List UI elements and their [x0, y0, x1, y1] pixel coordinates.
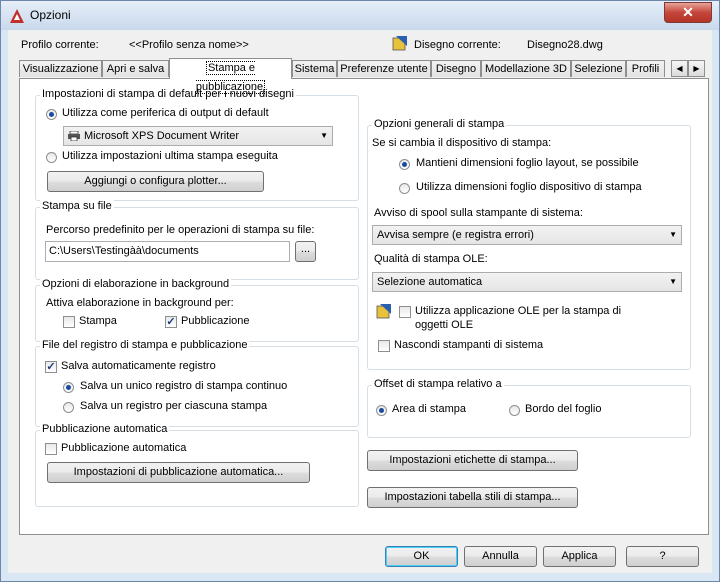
- use-device-paper-radio[interactable]: [399, 183, 410, 194]
- print-to-file-group: Stampa su file Percorso predefinito per …: [35, 200, 359, 280]
- ole-app-icon: [376, 304, 391, 319]
- background-print-label: Stampa: [79, 315, 117, 327]
- group-title: Pubblicazione automatica: [40, 423, 170, 435]
- tab-selezione[interactable]: Selezione: [571, 60, 626, 77]
- auto-publish-settings-button[interactable]: Impostazioni di pubblicazione automatica…: [47, 462, 310, 483]
- use-default-device-label: Utilizza come periferica di output di de…: [62, 107, 269, 119]
- apply-button[interactable]: Applica: [543, 546, 616, 567]
- use-ole-app-checkbox[interactable]: [399, 306, 411, 318]
- tab-stampa-e-pubblicazione[interactable]: Stampa e pubblicazione: [169, 58, 292, 94]
- tab-bar: Visualizzazione Apri e salva Stampa e pu…: [19, 58, 707, 94]
- window-title: Opzioni: [30, 8, 71, 22]
- tab-page-stampa: Impostazioni di stampa di default per i …: [19, 78, 709, 535]
- ole-quality-label: Qualità di stampa OLE:: [374, 253, 488, 265]
- log-file-group: File del registro di stampa e pubblicazi…: [35, 339, 359, 427]
- spool-alert-select[interactable]: Avvisa sempre (e registra errori) ▼: [372, 225, 682, 245]
- chevron-down-icon: ▼: [669, 277, 677, 286]
- output-device-value: Microsoft XPS Document Writer: [84, 130, 240, 142]
- autosave-log-label: Salva automaticamente registro: [61, 360, 216, 372]
- background-processing-group: Opzioni di elaborazione in background At…: [35, 278, 359, 342]
- background-publish-label: Pubblicazione: [181, 315, 250, 327]
- print-path-label: Percorso predefinito per le operazioni d…: [46, 224, 315, 236]
- keep-layout-paper-label: Mantieni dimensioni foglio layout, se po…: [416, 157, 639, 169]
- current-profile-value: <<Profilo senza nome>>: [129, 39, 249, 51]
- chevron-down-icon: ▼: [669, 230, 677, 239]
- group-title: Opzioni generali di stampa: [372, 118, 507, 130]
- ole-quality-value: Selezione automatica: [377, 276, 483, 288]
- stamp-settings-button[interactable]: Impostazioni etichette di stampa...: [367, 450, 578, 471]
- use-ole-app-label: Utilizza applicazione OLE per la stampa …: [415, 305, 622, 317]
- close-button[interactable]: ✕: [664, 2, 712, 23]
- continuous-log-radio[interactable]: [63, 382, 74, 393]
- print-path-input[interactable]: C:\Users\Testingàà\documents: [45, 241, 290, 262]
- close-icon: ✕: [682, 4, 694, 20]
- chevron-right-icon: ▶: [693, 64, 700, 73]
- tab-scroll-right-button[interactable]: ▶: [688, 60, 705, 77]
- cancel-button[interactable]: Annulla: [464, 546, 537, 567]
- paper-edge-radio[interactable]: [509, 405, 520, 416]
- printable-area-label: Area di stampa: [392, 403, 466, 415]
- use-last-settings-label: Utilizza impostazioni ultima stampa eseg…: [62, 150, 278, 162]
- chevron-left-icon: ◀: [676, 64, 683, 73]
- current-drawing-value: Disegno28.dwg: [527, 39, 603, 51]
- continuous-log-label: Salva un unico registro di stampa contin…: [80, 380, 288, 392]
- tab-modellazione-3d[interactable]: Modellazione 3D: [481, 60, 571, 77]
- tab-sistema[interactable]: Sistema: [292, 60, 337, 77]
- drawing-icon: [392, 36, 407, 51]
- printer-icon: [68, 131, 80, 141]
- ok-button[interactable]: OK: [385, 546, 458, 567]
- use-device-paper-label: Utilizza dimensioni foglio dispositivo d…: [416, 181, 642, 193]
- tab-scroll-left-button[interactable]: ◀: [671, 60, 688, 77]
- options-dialog: Opzioni ✕ Profilo corrente: <<Profilo se…: [0, 0, 720, 582]
- tab-preferenze-utente[interactable]: Preferenze utente: [337, 60, 431, 77]
- general-print-options-group: Opzioni generali di stampa Se si cambia …: [367, 118, 691, 370]
- background-enable-label: Attiva elaborazione in background per:: [46, 297, 234, 309]
- tab-disegno[interactable]: Disegno: [431, 60, 481, 77]
- hide-system-printers-checkbox[interactable]: [378, 340, 390, 352]
- background-publish-checkbox[interactable]: ✓: [165, 316, 177, 328]
- use-ole-app-label-line2: oggetti OLE: [415, 319, 474, 331]
- tab-profili[interactable]: Profili: [626, 60, 665, 77]
- auto-publish-group: Pubblicazione automatica Pubblicazione a…: [35, 423, 359, 507]
- auto-publish-checkbox[interactable]: [45, 443, 57, 455]
- current-profile-label: Profilo corrente:: [21, 39, 99, 51]
- group-title: Offset di stampa relativo a: [372, 378, 504, 390]
- browse-button[interactable]: ...: [295, 241, 316, 262]
- autosave-log-checkbox[interactable]: ✓: [45, 361, 57, 373]
- spool-alert-label: Avviso di spool sulla stampante di siste…: [374, 207, 583, 219]
- hide-system-printers-label: Nascondi stampanti di sistema: [394, 339, 544, 351]
- per-print-log-label: Salva un registro per ciascuna stampa: [80, 400, 268, 412]
- default-print-group: Impostazioni di stampa di default per i …: [35, 88, 359, 201]
- title-bar: Opzioni ✕: [1, 1, 719, 30]
- tab-visualizzazione[interactable]: Visualizzazione: [19, 60, 102, 77]
- dialog-body: Profilo corrente: <<Profilo senza nome>>…: [8, 30, 712, 573]
- group-title: Stampa su file: [40, 200, 114, 212]
- group-title: Opzioni di elaborazione in background: [40, 278, 232, 290]
- keep-layout-paper-radio[interactable]: [399, 159, 410, 170]
- add-plotter-button[interactable]: Aggiungi o configura plotter...: [47, 171, 264, 192]
- output-device-select[interactable]: Microsoft XPS Document Writer ▼: [63, 126, 333, 146]
- spool-alert-value: Avvisa sempre (e registra errori): [377, 229, 534, 241]
- autocad-logo-icon: [10, 9, 24, 23]
- printable-area-radio[interactable]: [376, 405, 387, 416]
- ole-quality-select[interactable]: Selezione automatica ▼: [372, 272, 682, 292]
- auto-publish-label: Pubblicazione automatica: [61, 442, 187, 454]
- use-last-settings-radio[interactable]: [46, 152, 57, 163]
- group-title: File del registro di stampa e pubblicazi…: [40, 339, 250, 351]
- use-default-device-radio[interactable]: [46, 109, 57, 120]
- device-change-label: Se si cambia il dispositivo di stampa:: [372, 137, 552, 149]
- tab-apri-e-salva[interactable]: Apri e salva: [102, 60, 169, 77]
- chevron-down-icon: ▼: [320, 131, 328, 140]
- per-print-log-radio[interactable]: [63, 402, 74, 413]
- help-button[interactable]: ?: [626, 546, 699, 567]
- tab-label: Stampa e pubblicazione: [195, 61, 266, 94]
- background-print-checkbox[interactable]: [63, 316, 75, 328]
- style-table-settings-button[interactable]: Impostazioni tabella stili di stampa...: [367, 487, 578, 508]
- current-drawing-label: Disegno corrente:: [414, 39, 501, 51]
- paper-edge-label: Bordo del foglio: [525, 403, 602, 415]
- plot-offset-group: Offset di stampa relativo a Area di stam…: [367, 378, 691, 438]
